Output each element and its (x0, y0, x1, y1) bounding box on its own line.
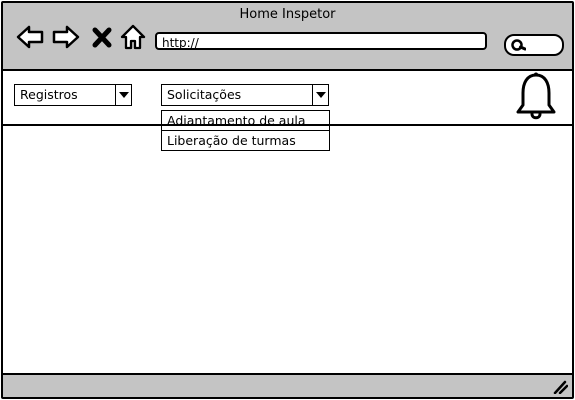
browser-window: Home Inspetor http:// Registros Solicita… (1, 1, 574, 399)
header-divider (3, 124, 572, 126)
browser-chrome: Home Inspetor http:// (3, 3, 572, 71)
registros-dropdown-toggle[interactable] (115, 85, 131, 105)
notification-bell-icon[interactable] (513, 71, 559, 123)
back-arrow-icon[interactable] (15, 23, 45, 51)
url-input[interactable]: http:// (155, 32, 487, 50)
solicitacoes-dropdown-toggle[interactable] (312, 85, 328, 105)
status-bar (3, 373, 572, 397)
menu-item-adiantamento-de-aula[interactable]: Adiantamento de aula (162, 111, 329, 131)
registros-dropdown[interactable]: Registros (14, 84, 132, 106)
resize-grip-icon[interactable] (552, 380, 568, 394)
solicitacoes-dropdown-value: Solicitações (167, 87, 242, 102)
close-x-icon[interactable] (91, 23, 113, 51)
home-icon[interactable] (119, 23, 147, 51)
window-title: Home Inspetor (239, 7, 336, 22)
solicitacoes-dropdown-menu: Adiantamento de aula Liberação de turmas (161, 110, 330, 151)
search-field[interactable] (504, 34, 564, 56)
registros-dropdown-value: Registros (20, 87, 78, 102)
search-icon (511, 39, 526, 51)
chevron-down-icon (316, 92, 326, 98)
menu-item-liberacao-de-turmas[interactable]: Liberação de turmas (162, 131, 329, 150)
chevron-down-icon (119, 92, 129, 98)
solicitacoes-dropdown[interactable]: Solicitações (161, 84, 329, 106)
forward-arrow-icon[interactable] (51, 23, 81, 51)
